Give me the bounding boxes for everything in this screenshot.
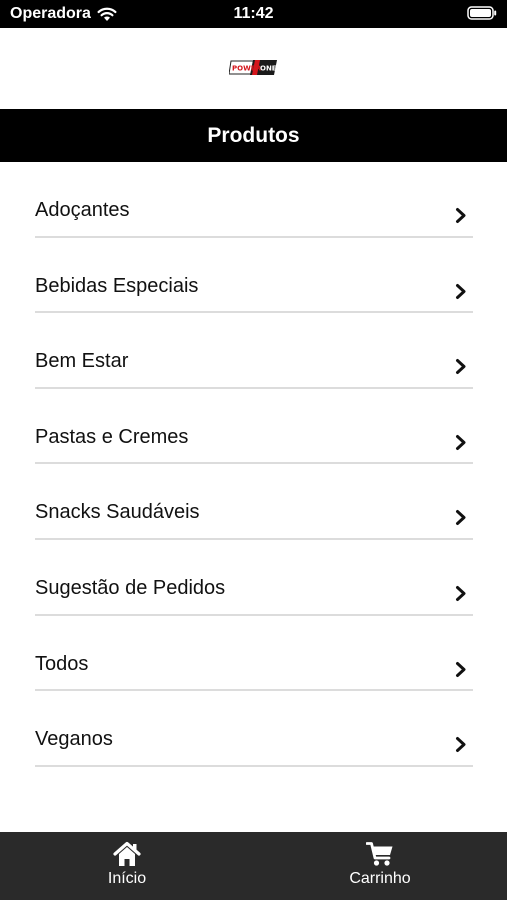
brand-logo: POWER ONE — [229, 60, 277, 75]
chevron-right-icon — [456, 661, 466, 677]
category-item-snacks-saudaveis[interactable]: Snacks Saudáveis — [35, 464, 473, 540]
category-item-adocantes[interactable]: Adoçantes — [35, 162, 473, 238]
home-icon — [113, 841, 141, 866]
page-title: Produtos — [207, 123, 300, 147]
cart-icon — [366, 842, 393, 866]
category-item-sugestao-de-pedidos[interactable]: Sugestão de Pedidos — [35, 540, 473, 616]
chevron-right-icon — [456, 434, 466, 450]
category-label: Bebidas Especiais — [35, 274, 199, 297]
chevron-right-icon — [456, 208, 466, 223]
svg-text:POWER: POWER — [232, 65, 262, 73]
category-label: Todos — [35, 652, 89, 675]
category-label: Sugestão de Pedidos — [35, 576, 226, 599]
category-label: Snacks Saudáveis — [35, 501, 200, 524]
chevron-right-icon — [456, 585, 466, 601]
tab-bar: Início Carrinho — [0, 832, 507, 900]
page-title-bar: Produtos — [0, 109, 507, 162]
category-label: Veganos — [35, 728, 113, 751]
tab-cart-label: Carrinho — [349, 870, 411, 887]
tab-home[interactable]: Início — [0, 832, 254, 900]
tab-home-label: Início — [107, 870, 147, 887]
status-bar: Operadora 11:42 — [0, 0, 507, 28]
svg-text:ONE: ONE — [260, 65, 277, 73]
category-item-bem-estar[interactable]: Bem Estar — [35, 313, 473, 389]
chevron-right-icon — [456, 283, 466, 299]
battery-icon — [467, 6, 497, 20]
status-time: 11:42 — [233, 5, 274, 22]
category-label: Bem Estar — [35, 350, 129, 373]
category-list: Adoçantes Bebidas Especiais Bem Estar Pa… — [35, 162, 473, 767]
category-item-veganos[interactable]: Veganos — [35, 691, 473, 767]
category-label: Pastas e Cremes — [35, 425, 189, 448]
chevron-right-icon — [456, 510, 466, 526]
category-item-pastas-e-cremes[interactable]: Pastas e Cremes — [35, 389, 473, 465]
logo-area: POWER ONE — [0, 28, 507, 109]
tab-cart[interactable]: Carrinho — [253, 832, 507, 900]
category-item-bebidas-especiais[interactable]: Bebidas Especiais — [35, 238, 473, 314]
chevron-right-icon — [456, 359, 466, 375]
category-label: Adoçantes — [35, 199, 130, 221]
category-item-todos[interactable]: Todos — [35, 616, 473, 692]
chevron-right-icon — [456, 737, 466, 753]
